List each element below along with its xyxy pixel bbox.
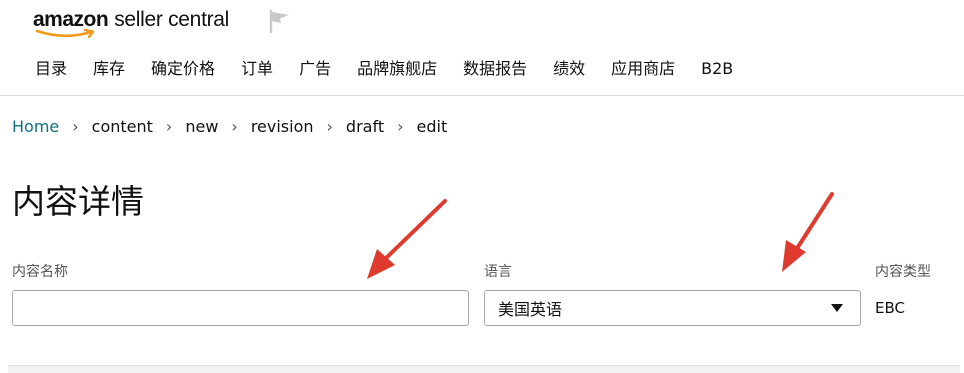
breadcrumb-content[interactable]: content xyxy=(92,116,153,138)
content-name-label: 内容名称 xyxy=(12,264,68,280)
nav-item-inventory[interactable]: 库存 xyxy=(93,57,125,81)
seller-central-page: amazon seller central 目录 库存 确定价格 订单 广告 品… xyxy=(0,0,964,373)
nav-item-stores[interactable]: 品牌旗舰店 xyxy=(357,57,437,81)
content-type-value: EBC xyxy=(875,299,905,317)
page-title: 内容详情 xyxy=(12,182,144,221)
chevron-right-icon: › xyxy=(165,117,173,136)
breadcrumb-draft[interactable]: draft xyxy=(346,116,384,138)
annotation-arrow-icon xyxy=(782,192,834,272)
nav-item-reports[interactable]: 数据报告 xyxy=(463,57,527,81)
language-select-value: 美国英语 xyxy=(498,300,563,319)
content-type-label: 内容类型 xyxy=(875,264,931,280)
breadcrumb-home[interactable]: Home xyxy=(12,116,59,138)
chevron-right-icon: › xyxy=(326,117,333,136)
chevron-right-icon: › xyxy=(72,117,79,136)
amazon-smile-icon xyxy=(35,28,95,39)
nav-item-b2b[interactable]: B2B xyxy=(701,57,733,81)
section-panel-edge xyxy=(8,365,960,373)
nav-item-appstore[interactable]: 应用商店 xyxy=(611,57,675,81)
language-label: 语言 xyxy=(484,264,512,280)
content-name-input[interactable] xyxy=(12,290,469,326)
breadcrumb: Home › content › new › revision › draft … xyxy=(12,116,447,138)
annotation-arrow-icon xyxy=(367,199,447,279)
header-divider xyxy=(0,95,964,96)
nav-item-catalog[interactable]: 目录 xyxy=(35,57,67,81)
nav-item-pricing[interactable]: 确定价格 xyxy=(151,57,215,81)
brand-secondary: seller central xyxy=(114,8,230,31)
chevron-right-icon: › xyxy=(231,117,238,136)
nav-item-advertising[interactable]: 广告 xyxy=(299,57,331,81)
nav-item-orders[interactable]: 订单 xyxy=(241,57,273,81)
flag-icon[interactable] xyxy=(268,9,292,33)
brand-logo[interactable]: amazon seller central xyxy=(33,6,229,40)
breadcrumb-edit: edit xyxy=(416,117,448,136)
caret-down-icon xyxy=(831,304,843,312)
nav-item-performance[interactable]: 绩效 xyxy=(553,57,585,81)
language-select[interactable]: 美国英语 xyxy=(484,290,861,326)
breadcrumb-new[interactable]: new xyxy=(185,116,218,138)
main-nav: 目录 库存 确定价格 订单 广告 品牌旗舰店 数据报告 绩效 应用商店 B2B xyxy=(35,57,759,81)
chevron-right-icon: › xyxy=(397,117,404,136)
breadcrumb-revision[interactable]: revision xyxy=(251,116,314,138)
